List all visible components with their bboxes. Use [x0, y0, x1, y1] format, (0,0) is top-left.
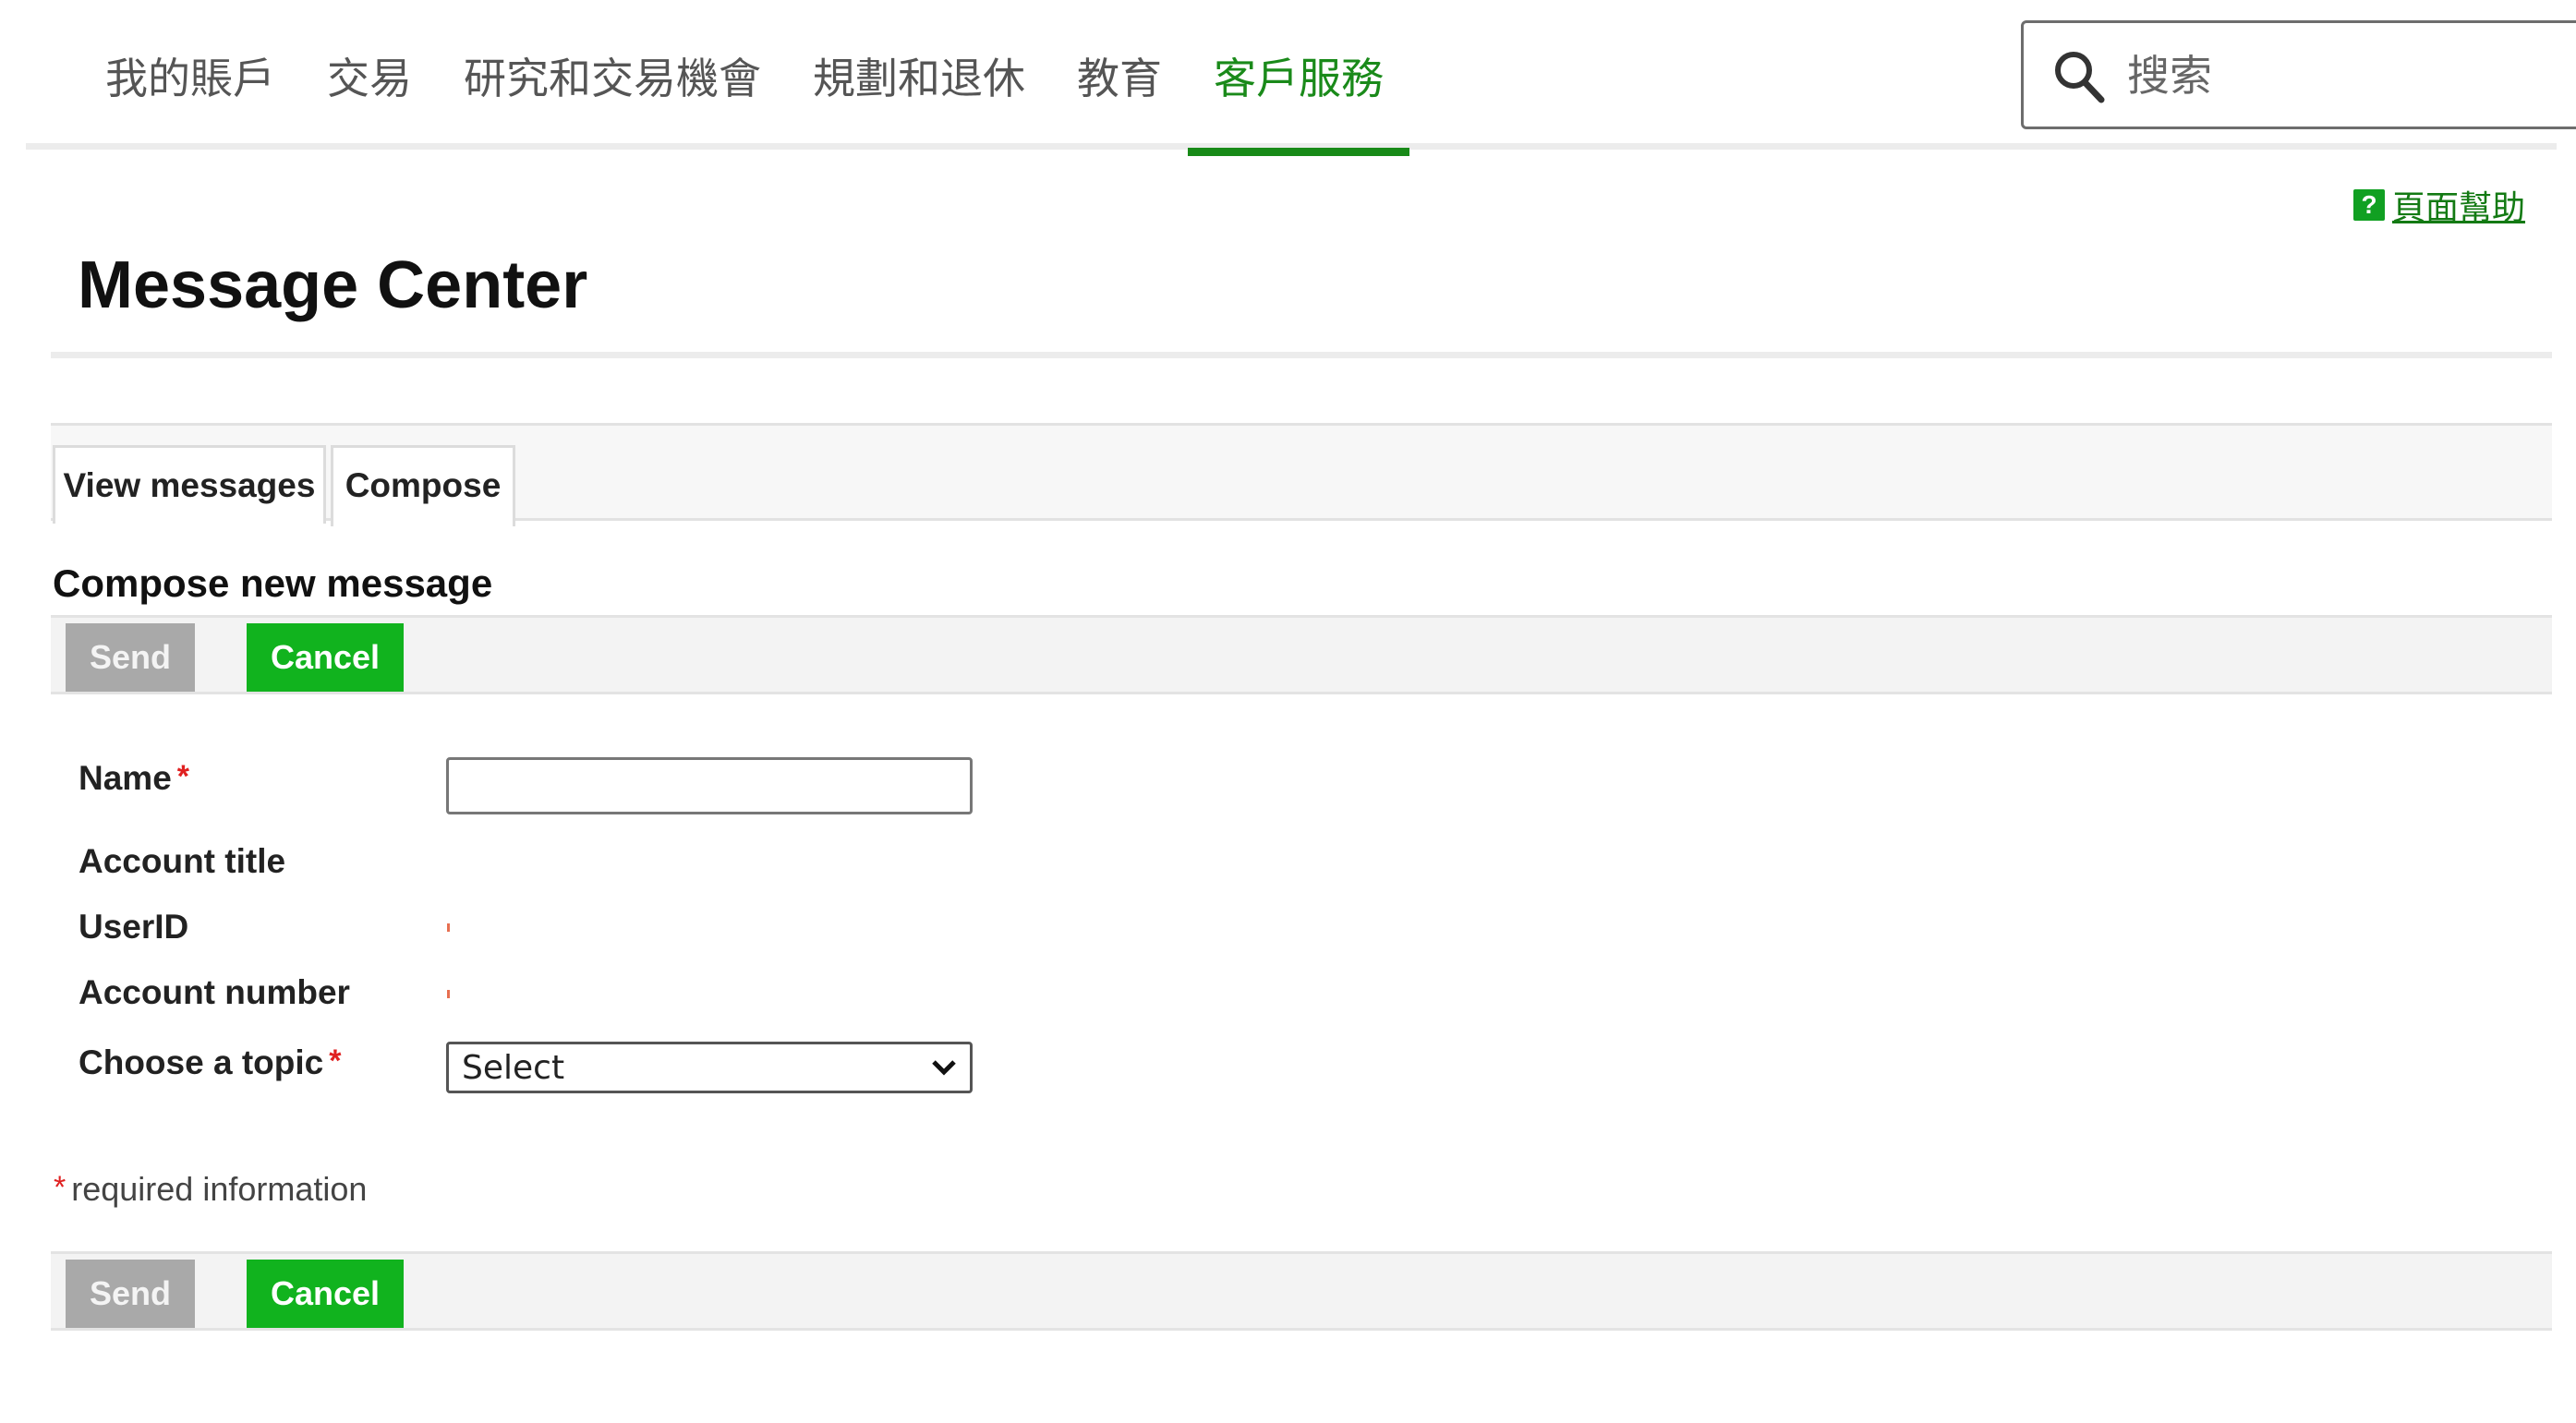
search-icon[interactable] [2051, 48, 2107, 105]
nav-item-education[interactable]: 教育 [1051, 0, 1188, 150]
page-help-link[interactable]: ? 頁面幫助 [2353, 181, 2525, 229]
action-bar-bottom: Send Cancel [51, 1251, 2552, 1331]
tab-bar: View messages Compose [51, 423, 2552, 526]
userid-value [447, 923, 450, 932]
help-icon[interactable]: ? [2353, 189, 2385, 221]
action-bar-top: Send Cancel [51, 615, 2552, 694]
required-info-text: required information [71, 1170, 368, 1208]
required-info-note: * required information [54, 1170, 367, 1209]
required-marker: * [176, 759, 190, 794]
name-input[interactable] [446, 757, 973, 814]
page-title: Message Center [78, 248, 588, 322]
send-button[interactable]: Send [66, 623, 195, 692]
top-navigation: 我的賬戶 交易 研究和交易機會 規劃和退休 教育 客戶服務 [26, 0, 2576, 156]
chevron-down-icon [931, 1057, 957, 1078]
tab-view-messages[interactable]: View messages [53, 445, 326, 524]
topic-select-value: Select [462, 1049, 565, 1087]
name-label-text: Name [79, 759, 172, 797]
search-box[interactable] [2021, 20, 2576, 129]
account-title-label: Account title [79, 842, 286, 880]
topic-label: Choose a topic * [79, 1043, 341, 1082]
tab-compose[interactable]: Compose [331, 445, 515, 526]
cancel-button-bottom[interactable]: Cancel [247, 1260, 404, 1328]
search-input[interactable] [2125, 32, 2572, 119]
required-marker: * [54, 1170, 67, 1205]
nav-item-customer-service[interactable]: 客戶服務 [1188, 0, 1409, 156]
account-number-value [447, 990, 450, 998]
topic-label-text: Choose a topic [79, 1043, 324, 1081]
topic-select[interactable]: Select [446, 1042, 973, 1093]
name-label: Name * [79, 759, 189, 798]
nav-item-research[interactable]: 研究和交易機會 [438, 0, 787, 150]
cancel-button[interactable]: Cancel [247, 623, 404, 692]
page-help-label[interactable]: 頁面幫助 [2392, 181, 2525, 229]
required-marker: * [329, 1043, 342, 1079]
nav-item-trading[interactable]: 交易 [301, 0, 438, 150]
nav-item-my-account[interactable]: 我的賬戶 [79, 0, 301, 150]
title-divider [51, 352, 2552, 358]
nav-item-planning[interactable]: 規劃和退休 [787, 0, 1051, 150]
nav-menu: 我的賬戶 交易 研究和交易機會 規劃和退休 教育 客戶服務 [79, 0, 1409, 156]
account-number-label: Account number [79, 973, 350, 1011]
send-button-bottom[interactable]: Send [66, 1260, 195, 1328]
compose-section-title: Compose new message [53, 561, 493, 605]
userid-label: UserID [79, 908, 189, 946]
